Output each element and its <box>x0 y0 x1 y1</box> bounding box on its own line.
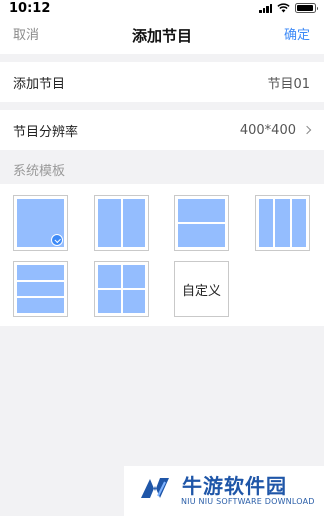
program-name-label: 添加节目 <box>13 76 66 92</box>
chevron-right-icon <box>302 125 312 135</box>
template-two-rows[interactable] <box>174 195 229 251</box>
battery-level <box>297 5 314 11</box>
resolution-label: 节目分辨率 <box>13 124 79 140</box>
watermark-subtitle: NIU NIU SOFTWARE DOWNLOAD <box>181 497 315 506</box>
watermark-title: 牛游软件园 <box>182 474 287 498</box>
resolution-row[interactable]: 节目分辨率 400*400 <box>0 110 324 150</box>
template-two-columns[interactable] <box>94 195 149 251</box>
confirm-button[interactable]: 确定 <box>284 18 310 54</box>
selected-check-icon <box>51 234 63 246</box>
watermark: 牛游软件园 NIU NIU SOFTWARE DOWNLOAD <box>124 466 324 516</box>
resolution-value-group: 400*400 <box>239 122 312 138</box>
program-name-value[interactable]: 节目01 <box>267 73 310 92</box>
cancel-button[interactable]: 取消 <box>13 18 39 54</box>
template-four-grid[interactable] <box>94 261 149 317</box>
template-panel: 自定义 <box>0 184 324 326</box>
cellular-signal-icon <box>259 3 272 13</box>
custom-template-label: 自定义 <box>181 283 221 299</box>
page-title: 添加节目 <box>131 27 192 45</box>
template-single[interactable] <box>13 195 68 251</box>
status-icons <box>259 3 318 13</box>
template-custom[interactable]: 自定义 <box>174 261 229 317</box>
watermark-logo-icon <box>141 478 169 498</box>
battery-icon <box>295 3 318 13</box>
status-bar: 10:12 <box>0 0 324 18</box>
nav-bar: 取消 添加节目 确定 <box>0 18 324 54</box>
program-name-row[interactable]: 添加节目 节目01 <box>0 62 324 102</box>
template-three-rows[interactable] <box>13 261 68 317</box>
status-time: 10:12 <box>9 1 51 16</box>
template-three-columns[interactable] <box>255 195 310 251</box>
system-templates-label: 系统模板 <box>13 164 66 179</box>
resolution-value: 400*400 <box>239 122 296 138</box>
wifi-icon <box>277 3 290 13</box>
